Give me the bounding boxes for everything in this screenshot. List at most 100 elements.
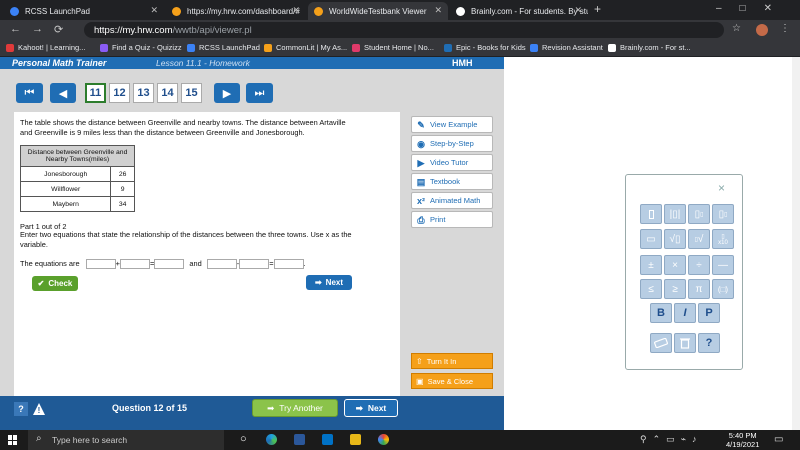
equation-input[interactable] (206, 259, 237, 270)
bookmark-item[interactable]: Kahoot! | Learning... (6, 43, 85, 52)
print-button[interactable]: ⎙ Print (411, 211, 493, 228)
absolute-value-icon[interactable]: |▯| (664, 204, 686, 224)
help-icon[interactable]: ? (14, 402, 28, 416)
last-question-button[interactable]: ⏭ (246, 83, 273, 103)
paragraph-key[interactable]: P (698, 303, 720, 323)
equation-input[interactable] (154, 259, 185, 270)
file-explorer-icon[interactable] (350, 434, 361, 445)
tool-label: Video Tutor (430, 158, 469, 167)
bookmark-item[interactable]: RCSS LaunchPad (187, 43, 260, 52)
bookmark-item[interactable]: Brainly.com - For st... (608, 43, 691, 52)
bookmark-item[interactable]: Student Home | No... (352, 43, 434, 52)
overline-key[interactable]: — (712, 255, 734, 275)
browser-tab[interactable]: RCSS LaunchPad ✕ (4, 2, 164, 20)
question-number-button[interactable]: 11 (85, 83, 106, 103)
animated-math-button[interactable]: x² Animated Math (411, 192, 493, 209)
turn-it-in-button[interactable]: ⇧ Turn It In (411, 353, 493, 369)
warning-icon[interactable]: ! (32, 402, 46, 416)
taskbar-clock[interactable]: 5:40 PM 4/19/2021 (726, 431, 759, 449)
book-icon: ▤ (416, 176, 426, 187)
browser-tab[interactable]: Brainly.com - For students. By stu ✕ (450, 2, 588, 20)
equation-input[interactable] (273, 259, 304, 270)
parentheses-key[interactable]: (□) (712, 279, 734, 299)
tool-label: Textbook (430, 177, 461, 186)
profile-avatar[interactable] (756, 24, 768, 36)
equation-row: The equations are + = and - =. (20, 259, 306, 270)
eraser-icon[interactable] (650, 333, 672, 353)
windows-start-icon[interactable] (8, 435, 18, 445)
arrow-right-icon: ➡ (314, 278, 322, 287)
pi-key[interactable]: π (688, 279, 710, 299)
view-example-button[interactable]: ✎ View Example (411, 116, 493, 133)
equation-input[interactable] (119, 259, 150, 270)
plus-minus-key[interactable]: ± (640, 255, 662, 275)
keypad-help-icon[interactable]: ? (698, 333, 720, 353)
bookmark-item[interactable]: Revision Assistant (530, 43, 603, 52)
question-number-button[interactable]: 15 (181, 83, 202, 103)
less-equal-key[interactable]: ≤ (640, 279, 662, 299)
exponent-icon[interactable]: ▯ ▯ (688, 204, 710, 224)
save-close-button[interactable]: ▣ Save & Close (411, 373, 493, 389)
taskbar-search-box[interactable]: ⌕ Type here to search (28, 430, 224, 450)
next-label: Next (325, 278, 344, 287)
table-cell: 34 (110, 196, 135, 212)
warning-label: ! (37, 406, 41, 415)
textbook-button[interactable]: ▤ Textbook (411, 173, 493, 190)
question-number-button[interactable]: 12 (109, 83, 130, 103)
word-app-icon[interactable] (294, 434, 305, 445)
tab-close-icon[interactable]: ✕ (574, 5, 582, 16)
bottom-next-button[interactable]: ➡ Next (344, 399, 398, 417)
try-another-button[interactable]: ➡ Try Another (252, 399, 338, 417)
favorite-star-icon[interactable]: ☆ (732, 23, 741, 34)
trash-icon[interactable] (674, 333, 696, 353)
bookmark-item[interactable]: Find a Quiz - Quizizz (100, 43, 182, 52)
window-controls[interactable]: –□✕ (716, 3, 790, 14)
browser-tab[interactable]: https://my.hrw.com/dashboard/# ✕ (166, 2, 306, 20)
keypad-close-icon[interactable]: × (718, 181, 725, 195)
video-tutor-button[interactable]: ▶ Video Tutor (411, 154, 493, 171)
problem-text: The table shows the distance between Gre… (20, 118, 346, 137)
system-tray-icons[interactable]: ⚲⌃▭⌁♪ (640, 434, 703, 445)
back-arrow-icon[interactable]: ← (10, 23, 21, 35)
notifications-icon[interactable]: ▭ (774, 434, 783, 445)
bookmark-item[interactable]: CommonLit | My As... (264, 43, 347, 52)
previous-question-button[interactable]: ◀ (50, 83, 76, 103)
tab-close-icon[interactable]: ✕ (434, 5, 442, 16)
chrome-app-icon[interactable] (378, 434, 389, 445)
square-root-icon[interactable]: √▯ (664, 229, 686, 249)
page-scrollbar[interactable] (792, 57, 800, 430)
next-question-arrow-button[interactable]: ▶ (214, 83, 240, 103)
subscript-icon[interactable]: ▯ ▯ (712, 204, 734, 224)
url-field[interactable]: https://my.hrw.com/wwtb/api/viewer.pl (84, 22, 724, 38)
task-view-icon[interactable]: ○ (240, 433, 247, 445)
fraction-icon[interactable]: ▭ (640, 229, 662, 249)
browser-tab-active[interactable]: WorldWideTestbank Viewer ✕ (308, 2, 448, 20)
next-button[interactable]: ➡ Next (306, 275, 352, 290)
equation-input[interactable] (239, 259, 270, 270)
edge-browser-icon[interactable] (266, 434, 277, 445)
tab-close-icon[interactable]: ✕ (150, 5, 158, 16)
greater-equal-key[interactable]: ≥ (664, 279, 686, 299)
step-by-step-button[interactable]: ◉ Step-by-Step (411, 135, 493, 152)
reload-icon[interactable]: ⟳ (54, 23, 63, 36)
question-number-button[interactable]: 14 (157, 83, 178, 103)
question-number-button[interactable]: 13 (133, 83, 154, 103)
tab-close-icon[interactable]: ✕ (292, 5, 300, 16)
forward-arrow-icon[interactable]: → (32, 23, 43, 35)
browser-menu-icon[interactable]: ⋮ (780, 23, 790, 34)
nth-root-icon[interactable]: ▯ √ (688, 229, 710, 249)
bookmark-item[interactable]: Epic - Books for Kids (444, 43, 526, 52)
first-question-button[interactable]: ⏮ (16, 83, 43, 103)
check-label: Check (48, 279, 73, 288)
italic-key[interactable]: I (674, 303, 696, 323)
multiply-key[interactable]: × (664, 255, 686, 275)
equation-input[interactable] (85, 259, 116, 270)
check-button[interactable]: ✔ Check (32, 276, 78, 291)
box-template-icon[interactable] (640, 204, 662, 224)
scientific-notation-icon[interactable]: ▯ x10 (712, 229, 734, 249)
divide-key[interactable]: ÷ (688, 255, 710, 275)
bookmark-favicon-icon (444, 43, 452, 52)
bold-key[interactable]: B (650, 303, 672, 323)
outlook-app-icon[interactable] (322, 434, 333, 445)
new-tab-button[interactable]: + (594, 2, 601, 16)
